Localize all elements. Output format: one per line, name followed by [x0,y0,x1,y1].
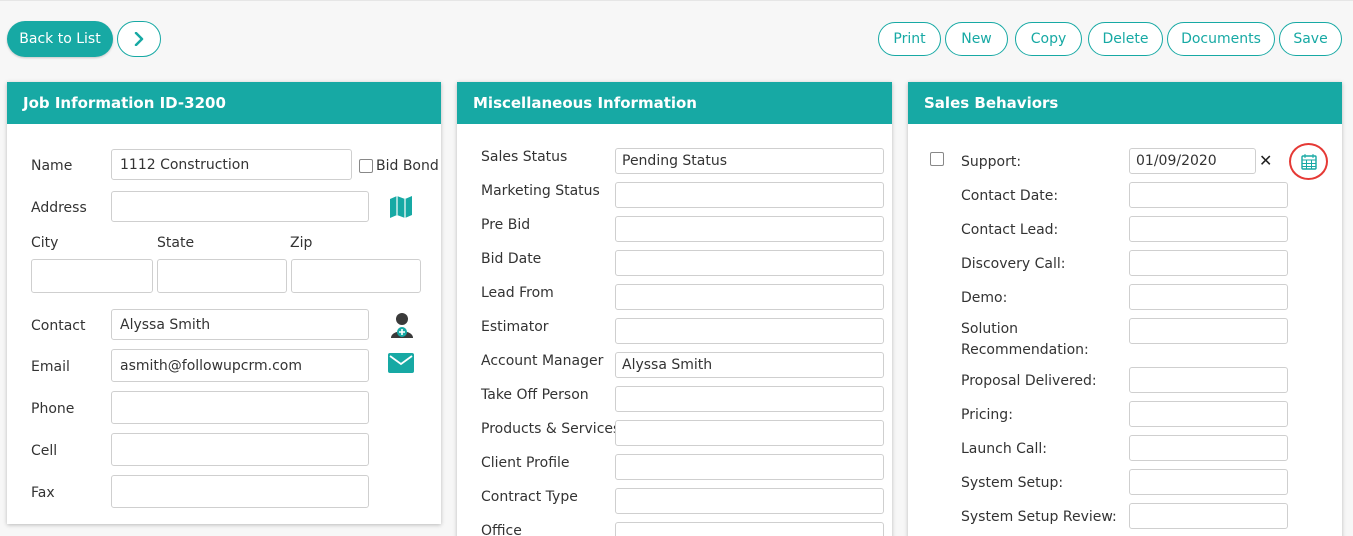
fax-input[interactable] [111,475,369,508]
misc-field-label: Lead From [481,285,554,301]
city-input[interactable] [31,259,153,293]
fax-label: Fax [31,485,55,501]
misc-field-input[interactable]: Pending Status [615,148,884,174]
calendar-icon[interactable] [1289,143,1328,180]
add-contact-icon[interactable] [389,311,417,339]
bid-bond-label: Bid Bond [376,158,439,174]
name-input[interactable]: 1112 Construction [111,149,352,180]
misc-field-input[interactable] [615,250,884,276]
print-button[interactable]: Print [878,22,941,56]
envelope-icon[interactable] [387,352,415,374]
sales-field-label: Launch Call: [961,441,1047,457]
misc-field-input[interactable] [615,420,884,446]
delete-button[interactable]: Delete [1088,22,1163,56]
misc-field-label: Marketing Status [481,183,600,199]
sales-field-input[interactable] [1129,367,1288,393]
misc-field-input[interactable] [615,488,884,514]
documents-button[interactable]: Documents [1167,22,1275,56]
sales-field-input[interactable] [1129,182,1288,208]
support-date-input[interactable]: 01/09/2020 [1129,148,1256,174]
sales-field-input[interactable] [1129,216,1288,242]
email-label: Email [31,359,70,375]
address-label: Address [31,200,87,216]
clear-date-icon[interactable]: ✕ [1259,151,1272,170]
misc-field-input[interactable] [615,318,884,344]
sales-behaviors-title: Sales Behaviors [908,82,1342,124]
sales-field-input[interactable] [1129,318,1288,344]
misc-field-input[interactable] [615,182,884,208]
state-input[interactable] [157,259,287,293]
support-label: Support: [961,154,1022,170]
misc-field-label: Contract Type [481,489,578,505]
sales-field-label: Solution [961,321,1019,337]
sales-field-label: Contact Lead: [961,222,1059,238]
save-button[interactable]: Save [1279,22,1342,56]
state-label: State [157,235,195,251]
misc-field-input[interactable] [615,216,884,242]
misc-field-label: Take Off Person [481,387,589,403]
contact-input[interactable]: Alyssa Smith [111,309,369,340]
sales-behaviors-panel: Sales Behaviors Support: 01/09/2020 ✕ Co… [908,82,1342,536]
next-record-button[interactable] [117,21,161,57]
phone-input[interactable] [111,391,369,424]
sales-field-label: Pricing: [961,407,1013,423]
misc-field-label: Products & Services [481,421,621,437]
copy-button[interactable]: Copy [1015,22,1082,56]
misc-field-input[interactable] [615,454,884,480]
sales-field-label: Demo: [961,290,1008,306]
support-checkbox[interactable] [930,152,944,166]
sales-field-label: Discovery Call: [961,256,1066,272]
bid-bond-checkbox[interactable] [359,159,373,173]
sales-field-input[interactable] [1129,435,1288,461]
name-label: Name [31,158,73,174]
sales-field-input[interactable] [1129,401,1288,427]
sales-field-input[interactable] [1129,284,1288,310]
miscellaneous-information-panel: Miscellaneous Information Sales Status Pe… [457,82,892,536]
phone-label: Phone [31,401,75,417]
misc-field-label: Estimator [481,319,549,335]
misc-field-input[interactable] [615,522,884,536]
misc-field-label: Pre Bid [481,217,531,233]
back-to-list-button[interactable]: Back to List [7,21,113,57]
misc-field-label: Sales Status [481,149,568,165]
misc-field-label: Bid Date [481,251,542,267]
address-input[interactable] [111,191,369,222]
cell-label: Cell [31,443,58,459]
sales-field-label: Proposal Delivered: [961,373,1097,389]
misc-field-input[interactable] [615,386,884,412]
misc-field-label: Client Profile [481,455,570,471]
misc-field-label: Office [481,523,522,536]
sales-field-input[interactable] [1129,469,1288,495]
job-information-title: Job Information ID-3200 [7,82,441,124]
cell-input[interactable] [111,433,369,466]
sales-field-input[interactable] [1129,250,1288,276]
misc-field-input[interactable]: Alyssa Smith [615,352,884,378]
map-icon[interactable] [388,194,414,220]
misc-field-input[interactable] [615,284,884,310]
zip-label: Zip [290,235,313,251]
job-information-panel: Job Information ID-3200 Name 1112 Constr… [7,82,441,524]
email-input[interactable]: asmith@followupcrm.com [111,349,369,382]
chevron-right-icon [134,32,144,46]
contact-label: Contact [31,318,86,334]
top-divider [0,0,1353,1]
new-button[interactable]: New [945,22,1008,56]
sales-field-label: Recommendation: [961,342,1089,358]
misc-field-label: Account Manager [481,353,604,369]
sales-field-input[interactable] [1129,503,1288,529]
city-label: City [31,235,59,251]
sales-field-label: System Setup: [961,475,1064,491]
sales-field-label: System Setup Review: [961,509,1117,525]
zip-input[interactable] [291,259,421,293]
miscellaneous-information-title: Miscellaneous Information [457,82,892,124]
sales-field-label: Contact Date: [961,188,1059,204]
